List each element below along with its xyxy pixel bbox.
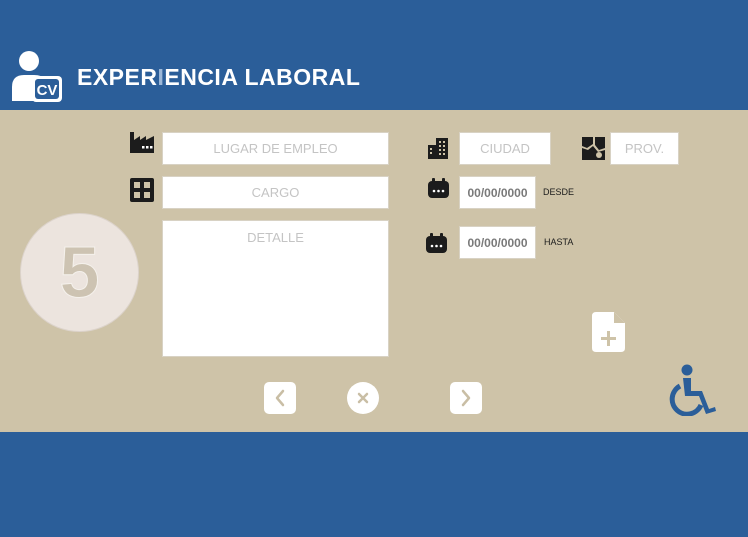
header-bar: CV EXPERIENCIA LABORAL [0, 0, 748, 110]
workplace-input[interactable] [162, 132, 389, 165]
end-date-label: HASTA [544, 237, 574, 247]
calendar-icon [426, 233, 447, 253]
position-input[interactable] [162, 176, 389, 209]
map-icon [582, 137, 605, 160]
title-part1: EXPER [77, 64, 158, 90]
title-part2: ENCIA LABORAL [164, 64, 361, 90]
previous-button[interactable] [264, 382, 296, 414]
grid-icon [130, 178, 154, 202]
user-cv-icon: CV [12, 51, 62, 102]
end-date-input[interactable] [459, 226, 536, 259]
buildings-icon [428, 138, 448, 159]
chevron-left-icon [275, 389, 285, 407]
chevron-right-icon [461, 389, 471, 407]
wheelchair-icon[interactable] [663, 364, 716, 416]
logo-text: CV [37, 82, 58, 99]
close-icon [357, 392, 369, 404]
step-indicator: 5 [20, 213, 139, 332]
add-document-icon[interactable] [592, 312, 625, 352]
start-date-label: DESDE [543, 187, 575, 197]
footer-bar [0, 432, 748, 537]
city-input[interactable] [459, 132, 551, 165]
page-title: EXPERIENCIA LABORAL [77, 64, 360, 91]
next-button[interactable] [450, 382, 482, 414]
province-input[interactable] [610, 132, 679, 165]
detail-textarea[interactable] [162, 220, 389, 357]
step-number: 5 [59, 232, 100, 313]
factory-icon [130, 132, 154, 153]
calendar-icon [428, 178, 449, 198]
close-button[interactable] [347, 382, 379, 414]
start-date-input[interactable] [459, 176, 536, 209]
